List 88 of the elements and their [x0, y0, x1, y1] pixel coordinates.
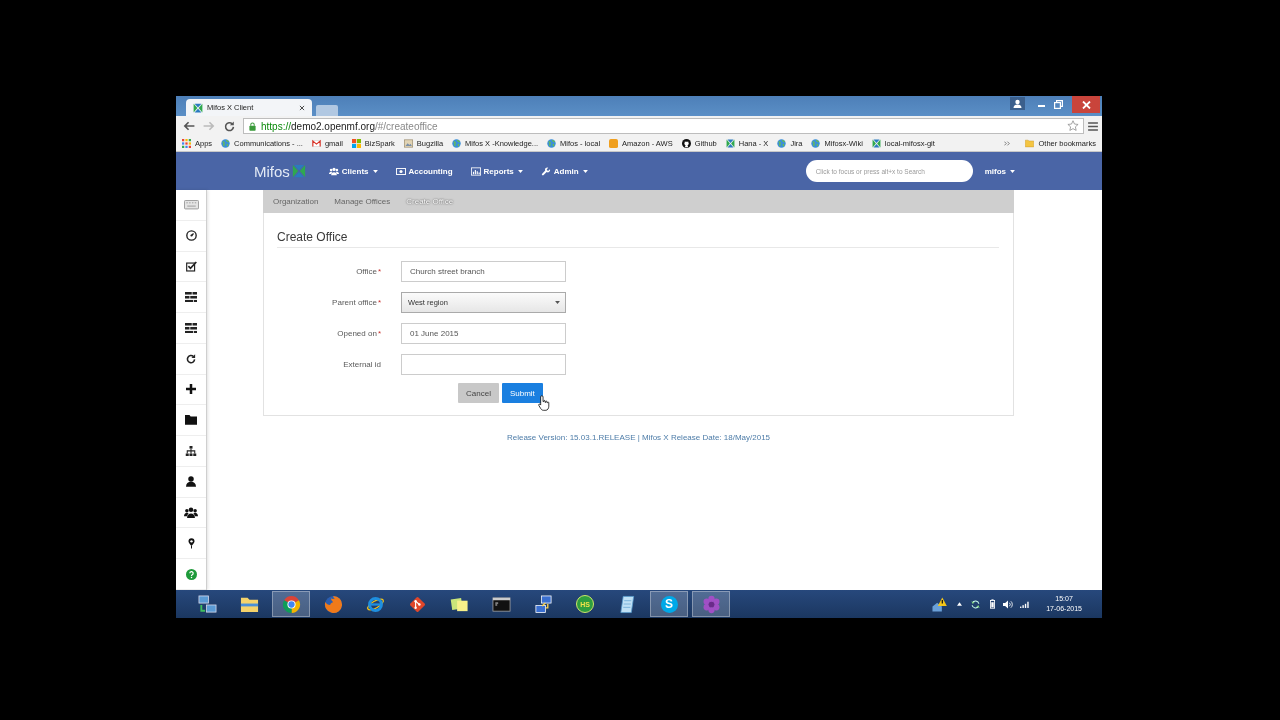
- users-icon: [328, 166, 339, 176]
- nav-menu-link[interactable]: Clients: [328, 166, 378, 176]
- user-icon[interactable]: [186, 476, 196, 488]
- folder-icon: [1025, 139, 1035, 148]
- mail-icon: [311, 139, 321, 148]
- breadcrumb-link[interactable]: Manage Offices: [334, 197, 391, 206]
- refresh-icon[interactable]: [186, 353, 196, 364]
- image-icon: [403, 139, 413, 148]
- field-label: External id: [343, 360, 381, 369]
- form-title: Create Office: [276, 229, 349, 244]
- restore-icon[interactable]: [1054, 100, 1063, 109]
- app-logo: S: [660, 595, 678, 613]
- globe-icon: [777, 139, 787, 148]
- banknote-icon: [395, 166, 406, 176]
- caret-icon: [372, 169, 378, 173]
- back-arrow-icon[interactable]: [183, 121, 195, 131]
- globe-icon: [221, 139, 231, 148]
- cat-logo-icon: [681, 139, 691, 148]
- globe-icon: [811, 139, 821, 148]
- flower-icon: [701, 594, 721, 614]
- profile-icon[interactable]: [1010, 97, 1025, 110]
- square-app-icon: [609, 139, 619, 148]
- url-text: https://demo2.openmf.org/#/createoffice: [261, 120, 438, 132]
- nav-menu-link[interactable]: Admin: [540, 166, 588, 176]
- required-mark: *: [377, 298, 381, 307]
- notepad-icon: [617, 594, 637, 614]
- network-icon: [533, 594, 553, 614]
- release-info: Release Version: 15.03.1.RELEASE | Mifos X Release Date: 18/May/2015: [506, 433, 771, 442]
- lock-icon: [249, 121, 256, 131]
- fox-globe-icon: [323, 594, 343, 614]
- globe-icon: [452, 139, 462, 148]
- list-icon[interactable]: [185, 291, 197, 303]
- required-mark: *: [377, 329, 381, 338]
- globe-icon: [547, 139, 557, 148]
- caret-icon: [1010, 169, 1015, 173]
- close-icon[interactable]: [299, 104, 305, 111]
- x-logo-icon: [193, 102, 203, 113]
- map-pin-icon[interactable]: [187, 538, 195, 549]
- warning-icon[interactable]: [932, 596, 948, 612]
- battery-icon[interactable]: [990, 599, 996, 609]
- plus-icon[interactable]: [186, 384, 196, 395]
- checkbox-icon[interactable]: [185, 260, 197, 272]
- caret-up-icon[interactable]: [957, 602, 963, 606]
- four-squares-icon: [351, 139, 361, 148]
- signal-icon[interactable]: [1020, 600, 1030, 608]
- x-logo-icon: [871, 139, 881, 148]
- keyboard-icon[interactable]: [183, 200, 199, 210]
- caret-icon: [555, 301, 560, 304]
- text-field[interactable]: [401, 354, 566, 375]
- reload-icon[interactable]: [224, 120, 235, 132]
- field-label: Office: [356, 267, 377, 276]
- cancel-button[interactable]: Cancel: [458, 383, 499, 403]
- help-icon[interactable]: [185, 568, 197, 580]
- x-logo-icon: [291, 164, 306, 178]
- users-icon[interactable]: [184, 506, 198, 519]
- ring-orbit-icon: [365, 594, 385, 614]
- network-computers-icon: [197, 594, 217, 614]
- required-mark: *: [377, 267, 381, 276]
- user-menu-link[interactable]: mifos: [984, 166, 1015, 176]
- bar-chart-icon: [470, 166, 481, 176]
- menu-icon[interactable]: [1088, 121, 1098, 131]
- field-label: Parent office: [332, 298, 377, 307]
- wrench-icon: [540, 166, 551, 176]
- nav-menu-link[interactable]: Accounting: [395, 166, 453, 176]
- hierarchy-icon[interactable]: [185, 445, 197, 457]
- hand-cursor-icon: [538, 395, 550, 411]
- nav-menu-link[interactable]: Reports: [470, 166, 523, 176]
- text-field[interactable]: Church street branch: [401, 261, 566, 282]
- address-bar[interactable]: https://demo2.openmf.org/#/createoffice: [243, 118, 1084, 134]
- list-icon[interactable]: [185, 322, 197, 334]
- caret-icon: [517, 169, 523, 173]
- tricolor-circle-icon: [281, 594, 301, 614]
- field-label: Opened on: [337, 329, 377, 338]
- close-button[interactable]: [1072, 96, 1100, 113]
- caret-icon: [582, 169, 588, 173]
- breadcrumb-link[interactable]: Organization: [273, 197, 319, 206]
- submit-button[interactable]: Submit: [501, 383, 543, 403]
- terminal-icon: [491, 594, 511, 614]
- star-icon[interactable]: [1067, 120, 1079, 132]
- sync-icon[interactable]: [971, 599, 981, 609]
- apps-grid-icon: [182, 139, 191, 148]
- gauge-icon[interactable]: [185, 230, 197, 242]
- brand-logo[interactable]: Mifos: [254, 162, 306, 180]
- text-field[interactable]: 01 June 2015: [401, 323, 566, 344]
- x-logo-icon: [725, 139, 735, 148]
- close-icon: [1081, 100, 1091, 109]
- folder-icon[interactable]: [185, 415, 197, 426]
- volume-icon[interactable]: [1003, 599, 1014, 609]
